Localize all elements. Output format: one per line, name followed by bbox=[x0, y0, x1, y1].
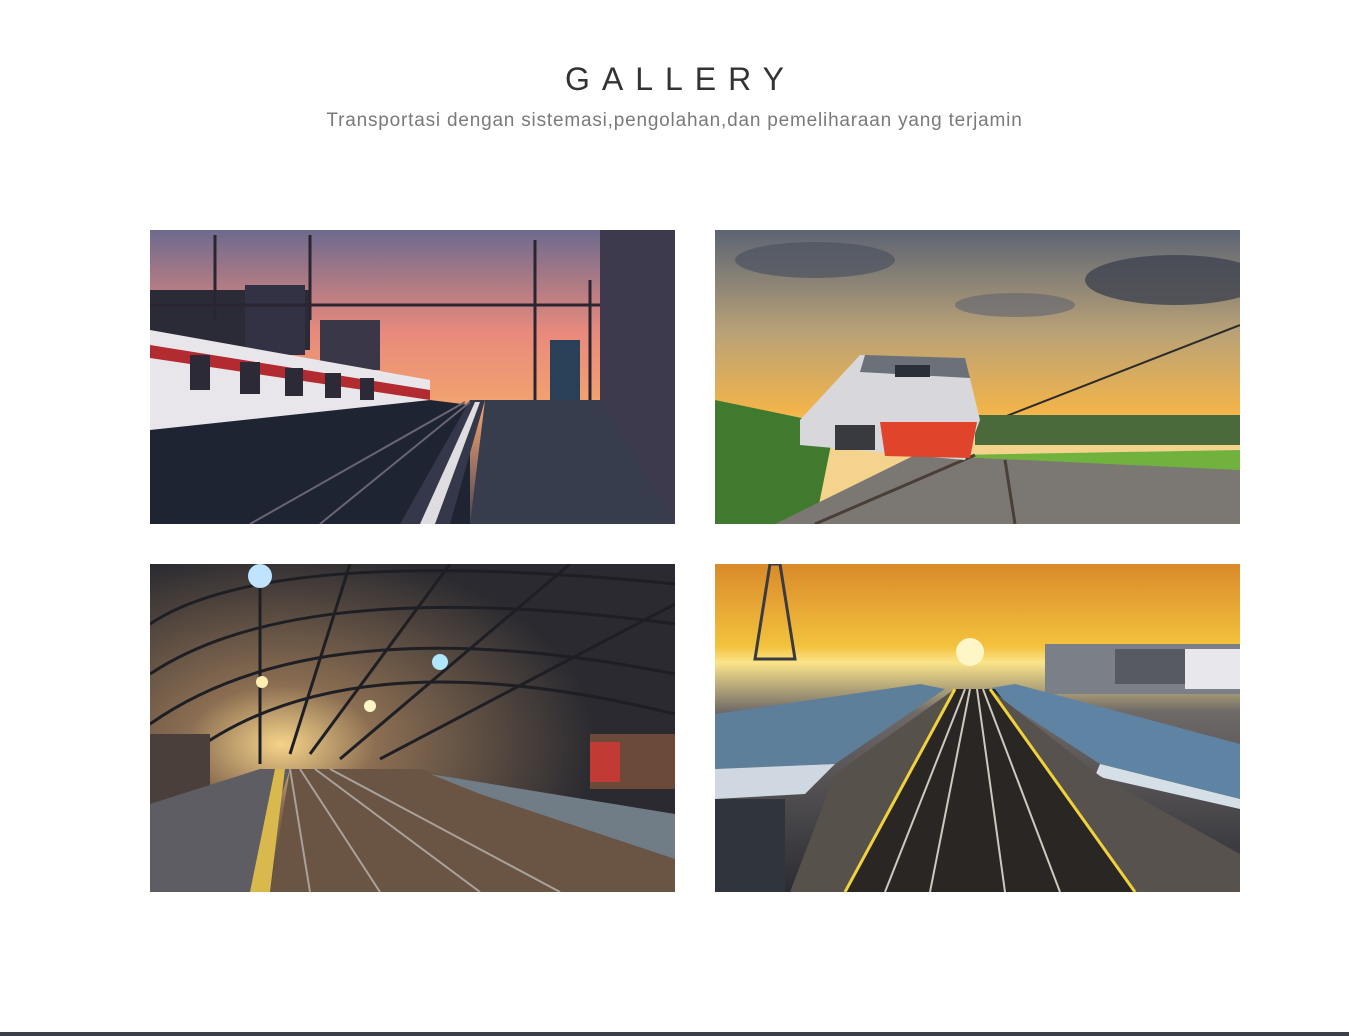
gallery-image-4[interactable] bbox=[715, 564, 1240, 892]
gallery-subtitle: Transportasi dengan sistemasi,pengolahan… bbox=[326, 110, 1023, 131]
gallery-image-2[interactable] bbox=[715, 230, 1240, 524]
railway-platforms-sunrise-photo bbox=[715, 564, 1240, 892]
gallery-image-3[interactable] bbox=[150, 564, 675, 892]
gallery-image-1[interactable] bbox=[150, 230, 675, 524]
locomotive-field-photo bbox=[715, 230, 1240, 524]
footer-bar bbox=[0, 1032, 1349, 1036]
station-hall-night-photo bbox=[150, 564, 675, 892]
gallery-title: GALLERY bbox=[564, 61, 797, 98]
train-station-sunset-photo bbox=[150, 230, 675, 524]
